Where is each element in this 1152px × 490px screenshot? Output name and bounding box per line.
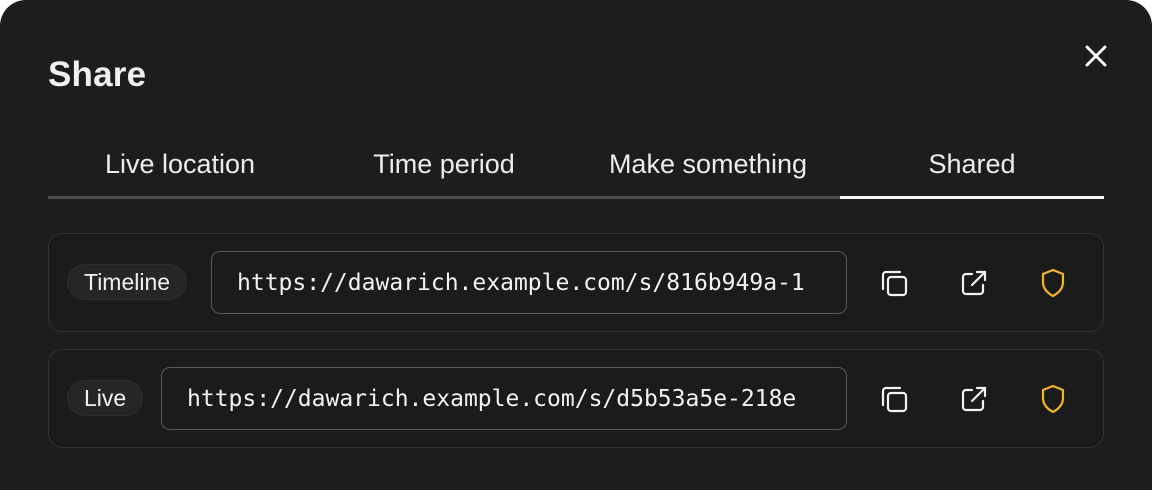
open-link-button[interactable]	[956, 265, 992, 301]
external-link-icon	[961, 270, 987, 296]
privacy-shield-button[interactable]	[1035, 381, 1071, 417]
dialog-title: Share	[48, 55, 147, 94]
copy-link-button[interactable]	[876, 381, 912, 417]
tab-live-location[interactable]: Live location	[48, 135, 312, 196]
close-button[interactable]	[1076, 36, 1116, 76]
close-icon	[1085, 45, 1107, 67]
copy-icon	[881, 270, 908, 297]
shield-icon	[1041, 384, 1065, 414]
tab-time-period[interactable]: Time period	[312, 135, 576, 196]
copy-link-button[interactable]	[876, 265, 912, 301]
share-type-badge: Timeline	[67, 264, 188, 300]
share-row-live: Live https://dawarich.example.com/s/d5b5…	[48, 349, 1104, 448]
tab-make-something[interactable]: Make something	[576, 135, 840, 196]
share-url-field[interactable]: https://dawarich.example.com/s/816b949a-…	[211, 251, 847, 314]
open-link-button[interactable]	[956, 381, 992, 417]
external-link-icon	[961, 386, 987, 412]
share-url-field[interactable]: https://dawarich.example.com/s/d5b53a5e-…	[161, 367, 847, 430]
shield-icon	[1041, 268, 1065, 298]
tab-bar: Live location Time period Make something…	[48, 135, 1104, 199]
tab-shared[interactable]: Shared	[840, 135, 1104, 199]
share-type-badge: Live	[67, 380, 144, 416]
copy-icon	[881, 386, 908, 413]
privacy-shield-button[interactable]	[1035, 265, 1071, 301]
share-dialog: Share Live location Time period Make som…	[0, 0, 1152, 490]
share-row-timeline: Timeline https://dawarich.example.com/s/…	[48, 233, 1104, 332]
